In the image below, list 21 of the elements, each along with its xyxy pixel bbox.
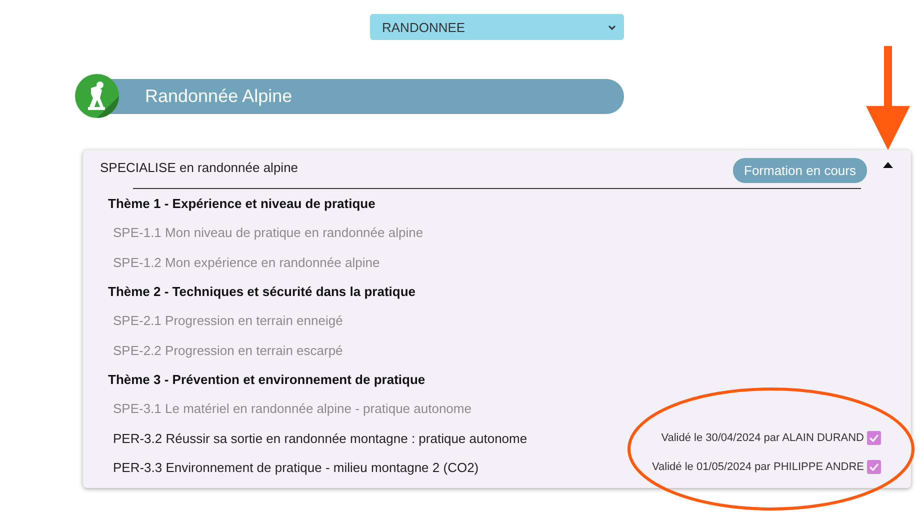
skill-item: SPE-1.1 Mon niveau de pratique en randonnée alpine xyxy=(113,225,424,240)
theme-heading: Thème 2 - Techniques et sécurité dans la pratique xyxy=(108,284,417,300)
skill-item: SPE-3.1 Le matériel en randonnée alpine - pratique autonome xyxy=(113,401,472,416)
hiker-icon xyxy=(75,74,119,118)
activity-select[interactable]: RANDONNEE xyxy=(370,14,624,40)
skill-item: PER-3.3 Environnement de pratique - milieu montagne 2 (CO2) xyxy=(113,460,480,475)
banner-title: Randonnée Alpine xyxy=(145,86,292,106)
skill-item: SPE-1.2 Mon expérience en randonnée alpine xyxy=(113,254,381,270)
status-badge: Formation en cours xyxy=(733,158,867,182)
skill-item: PER-3.2 Réussir sa sortie en randonnée montagne : pratique autonome xyxy=(113,430,528,446)
theme-heading: Thème 1 - Expérience et niveau de pratique xyxy=(108,196,376,212)
training-title: SPECIALISE en randonnée alpine xyxy=(100,160,300,174)
skill-item: SPE-2.1 Progression en terrain enneigé xyxy=(113,313,344,328)
validation-note: Validé le 30/04/2024 par ALAIN DURAND xyxy=(661,432,864,444)
checkbox[interactable] xyxy=(867,431,881,446)
theme-heading: Thème 3 - Prévention et environnement de pratique xyxy=(108,372,426,387)
checkbox[interactable] xyxy=(867,460,881,474)
validation-note: Validé le 01/05/2024 par PHILIPPE ANDRE xyxy=(652,461,864,474)
skill-item: SPE-2.2 Progression en terrain escarpé xyxy=(113,342,344,358)
chevron-icon xyxy=(608,24,616,30)
collapse-caret-icon[interactable] xyxy=(883,162,893,168)
